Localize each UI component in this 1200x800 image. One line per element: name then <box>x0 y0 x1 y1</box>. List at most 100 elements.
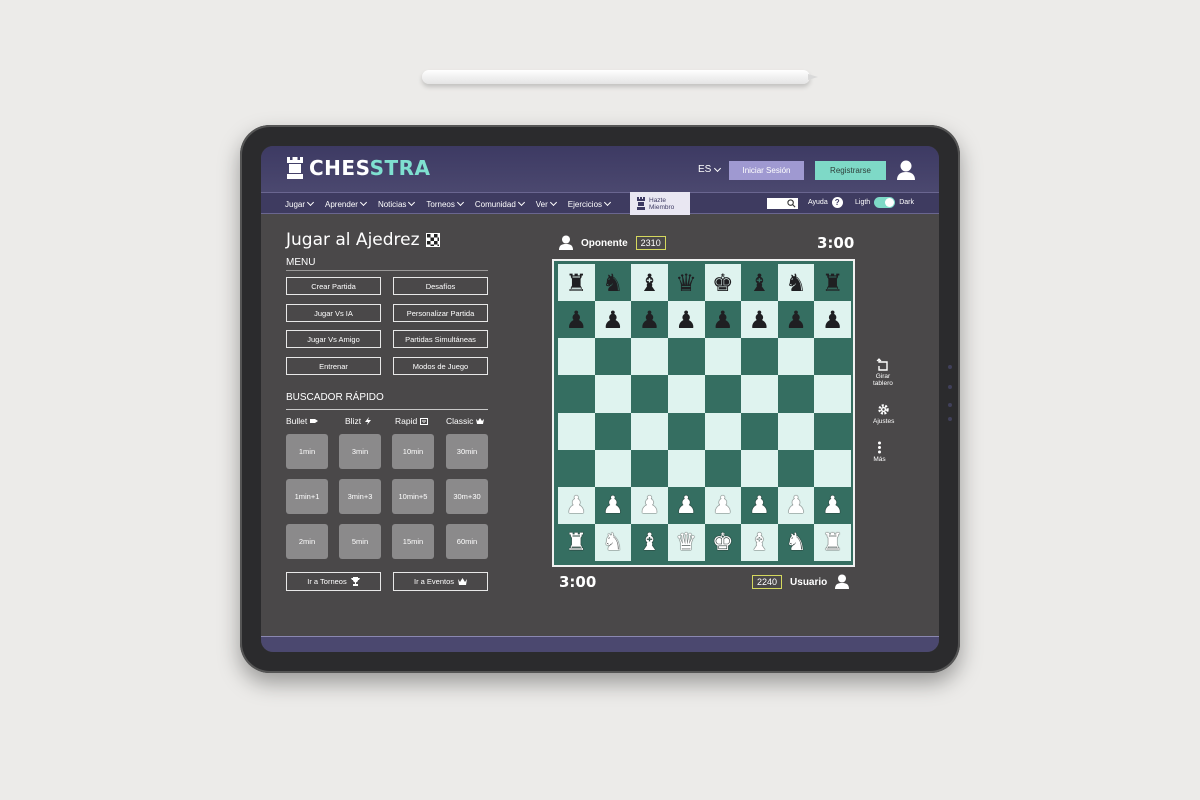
board-square-h7[interactable]: ♟ <box>814 301 851 339</box>
board-square-b4[interactable] <box>594 412 632 450</box>
board-square-e4[interactable] <box>704 412 742 450</box>
black-piece[interactable]: ♝ <box>749 271 771 295</box>
board-square-d1[interactable]: ♛ <box>667 523 705 561</box>
board-square-b7[interactable]: ♟ <box>594 301 632 339</box>
board-square-f6[interactable] <box>741 338 778 376</box>
nav-item-noticias[interactable]: Noticias <box>378 198 416 209</box>
board-square-g1[interactable]: ♞ <box>777 523 815 561</box>
white-piece[interactable]: ♚ <box>712 530 734 554</box>
time-control-10min-5[interactable]: 10min+5 <box>392 479 434 514</box>
board-square-a5[interactable] <box>558 375 595 413</box>
white-piece[interactable]: ♟ <box>639 493 661 517</box>
black-piece[interactable]: ♟ <box>822 308 844 332</box>
board-square-h6[interactable] <box>814 338 851 376</box>
board-square-c5[interactable] <box>631 375 668 413</box>
white-piece[interactable]: ♞ <box>785 530 807 554</box>
board-square-e5[interactable] <box>704 375 742 413</box>
time-control-15min[interactable]: 15min <box>392 524 434 559</box>
board-square-d7[interactable]: ♟ <box>667 301 705 339</box>
board-square-h5[interactable] <box>814 375 851 413</box>
language-selector[interactable]: ES <box>698 164 722 175</box>
board-square-g5[interactable] <box>777 375 815 413</box>
board-square-g6[interactable] <box>777 338 815 376</box>
board-square-f2[interactable]: ♟ <box>741 486 778 524</box>
go-to-tournaments-button[interactable]: Ir a Torneos <box>286 572 381 591</box>
board-square-e6[interactable] <box>704 338 742 376</box>
board-square-c1[interactable]: ♝ <box>631 523 668 561</box>
white-piece[interactable]: ♟ <box>749 493 771 517</box>
time-control-60min[interactable]: 60min <box>446 524 488 559</box>
black-piece[interactable]: ♝ <box>639 271 661 295</box>
white-piece[interactable]: ♟ <box>785 493 807 517</box>
board-square-a8[interactable]: ♜ <box>558 264 595 302</box>
board-square-c4[interactable] <box>631 412 668 450</box>
brand-logo[interactable]: CHESSTRA <box>285 156 431 180</box>
time-control-10min[interactable]: 10min <box>392 434 434 469</box>
black-piece[interactable]: ♞ <box>785 271 807 295</box>
black-piece[interactable]: ♟ <box>675 308 697 332</box>
black-piece[interactable]: ♟ <box>602 308 624 332</box>
black-piece[interactable]: ♟ <box>712 308 734 332</box>
black-piece[interactable]: ♛ <box>675 271 697 295</box>
board-square-g7[interactable]: ♟ <box>777 301 815 339</box>
board-square-g3[interactable] <box>777 449 815 487</box>
board-square-d6[interactable] <box>667 338 705 376</box>
board-square-a2[interactable]: ♟ <box>558 486 595 524</box>
nav-item-comunidad[interactable]: Comunidad <box>475 198 525 209</box>
board-square-b5[interactable] <box>594 375 632 413</box>
board-square-c6[interactable] <box>631 338 668 376</box>
board-square-a6[interactable] <box>558 338 595 376</box>
custom-game-button[interactable]: Personalizar Partida <box>393 304 488 322</box>
time-control-1min-1[interactable]: 1min+1 <box>286 479 328 514</box>
settings-button[interactable]: Ajustes <box>873 403 894 425</box>
board-square-b1[interactable]: ♞ <box>594 523 632 561</box>
board-square-h8[interactable]: ♜ <box>814 264 851 302</box>
challenges-button[interactable]: Desafíos <box>393 277 488 295</box>
board-square-c8[interactable]: ♝ <box>631 264 668 302</box>
board-square-c2[interactable]: ♟ <box>631 486 668 524</box>
white-piece[interactable]: ♟ <box>822 493 844 517</box>
board-square-e7[interactable]: ♟ <box>704 301 742 339</box>
theme-toggle[interactable] <box>874 197 896 208</box>
time-control-3min[interactable]: 3min <box>339 434 381 469</box>
search-input[interactable] <box>767 198 798 209</box>
black-piece[interactable]: ♞ <box>602 271 624 295</box>
time-control-30m-30[interactable]: 30m+30 <box>446 479 488 514</box>
board-square-e8[interactable]: ♚ <box>704 264 742 302</box>
white-piece[interactable]: ♝ <box>749 530 771 554</box>
board-square-c7[interactable]: ♟ <box>631 301 668 339</box>
go-to-events-button[interactable]: Ir a Eventos <box>393 572 488 591</box>
white-piece[interactable]: ♟ <box>602 493 624 517</box>
board-square-d8[interactable]: ♛ <box>667 264 705 302</box>
help-link[interactable]: Ayuda ? <box>808 197 843 208</box>
time-control-3min-3[interactable]: 3min+3 <box>339 479 381 514</box>
board-square-f8[interactable]: ♝ <box>741 264 778 302</box>
board-square-e1[interactable]: ♚ <box>704 523 742 561</box>
white-piece[interactable]: ♛ <box>675 530 697 554</box>
board-square-d4[interactable] <box>667 412 705 450</box>
black-piece[interactable]: ♟ <box>639 308 661 332</box>
simultaneous-games-button[interactable]: Partidas Simultáneas <box>393 330 488 348</box>
black-piece[interactable]: ♜ <box>566 271 588 295</box>
game-modes-button[interactable]: Modos de Juego <box>393 357 488 375</box>
board-square-h4[interactable] <box>814 412 851 450</box>
board-square-h3[interactable] <box>814 449 851 487</box>
white-piece[interactable]: ♟ <box>566 493 588 517</box>
board-square-f5[interactable] <box>741 375 778 413</box>
time-control-5min[interactable]: 5min <box>339 524 381 559</box>
board-square-f4[interactable] <box>741 412 778 450</box>
board-square-b2[interactable]: ♟ <box>594 486 632 524</box>
board-square-h1[interactable]: ♜ <box>814 523 851 561</box>
train-button[interactable]: Entrenar <box>286 357 381 375</box>
create-game-button[interactable]: Crear Partida <box>286 277 381 295</box>
black-piece[interactable]: ♟ <box>566 308 588 332</box>
board-square-f7[interactable]: ♟ <box>741 301 778 339</box>
board-square-d2[interactable]: ♟ <box>667 486 705 524</box>
time-control-1min[interactable]: 1min <box>286 434 328 469</box>
login-button[interactable]: Iniciar Sesión <box>729 161 804 180</box>
black-piece[interactable]: ♟ <box>785 308 807 332</box>
nav-item-torneos[interactable]: Torneos <box>426 198 464 209</box>
theme-switch[interactable]: Ligth Dark <box>855 197 914 208</box>
flip-board-button[interactable]: Girar tablero <box>873 358 893 387</box>
board-square-g2[interactable]: ♟ <box>777 486 815 524</box>
